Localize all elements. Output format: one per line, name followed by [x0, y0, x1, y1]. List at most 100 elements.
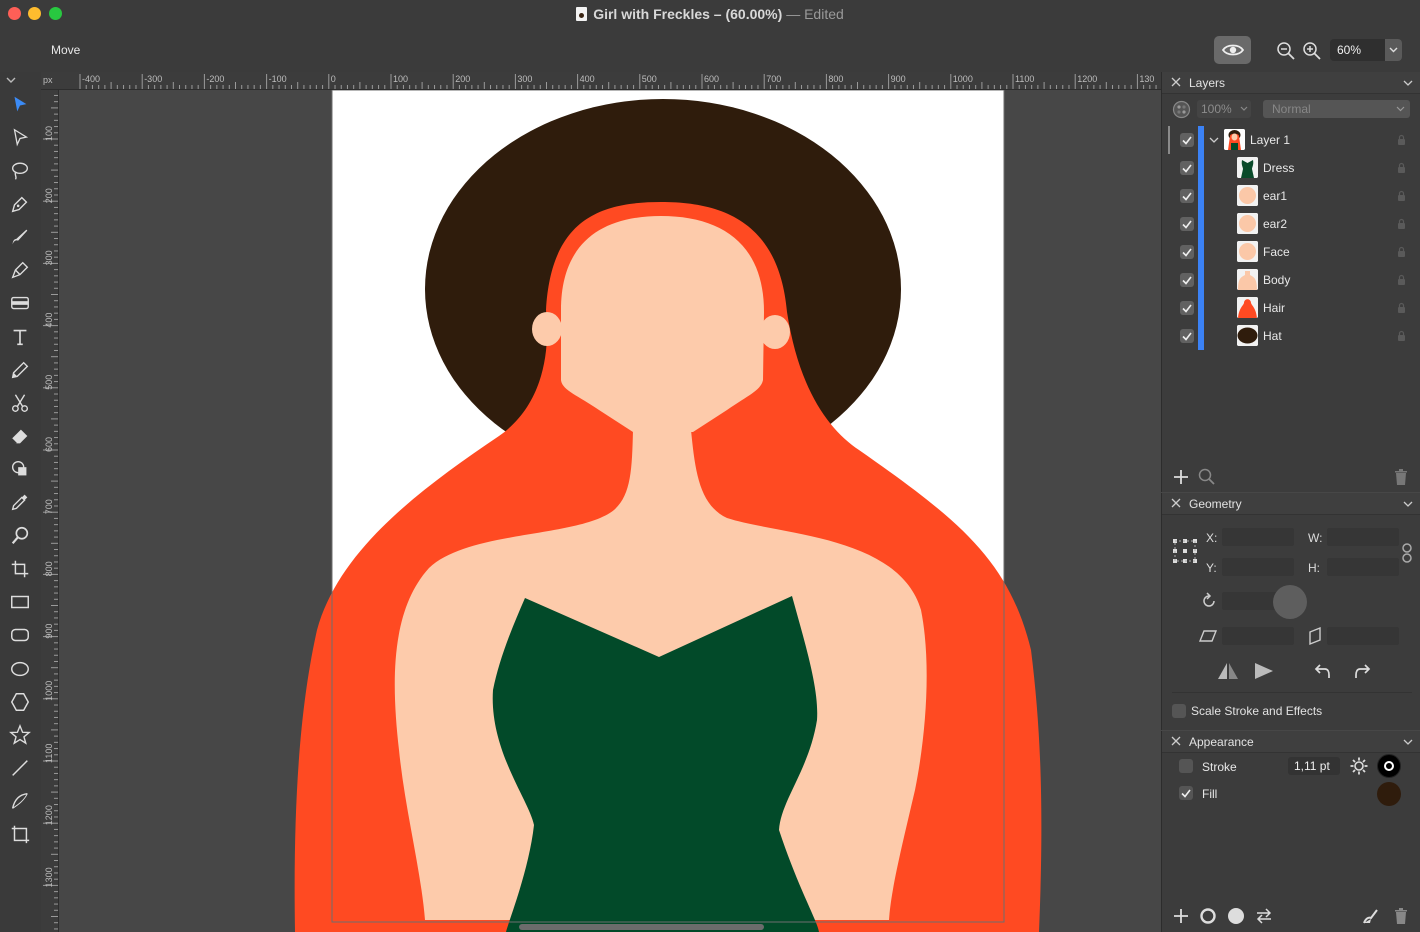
blend-mode-select[interactable]: Normal — [1263, 100, 1410, 118]
ear1-shape[interactable] — [532, 312, 562, 346]
ear2-shape[interactable] — [760, 315, 790, 349]
stroke-color-swatch[interactable] — [1377, 754, 1401, 778]
close-icon[interactable] — [1171, 736, 1181, 746]
height-field[interactable] — [1327, 558, 1399, 576]
artboard-tool[interactable] — [8, 822, 32, 846]
swap-icon[interactable] — [1254, 906, 1274, 926]
link-proportions-icon[interactable] — [1400, 543, 1414, 563]
layer-visibility-checkbox[interactable] — [1180, 329, 1194, 343]
flip-horizontal-icon[interactable] — [1216, 661, 1240, 681]
layer-row[interactable]: Hair — [1162, 294, 1420, 322]
close-icon[interactable] — [1171, 498, 1181, 508]
zoom-out-icon[interactable] — [1276, 41, 1296, 61]
shape-builder-tool[interactable] — [8, 457, 32, 481]
horizontal-scrollbar[interactable] — [519, 924, 764, 930]
redo-icon[interactable] — [1352, 661, 1372, 681]
view-mode-button[interactable] — [1214, 36, 1251, 64]
eraser-tool[interactable] — [8, 424, 32, 448]
chevron-down-icon[interactable] — [1403, 500, 1413, 508]
scale-stroke-toggle[interactable]: Scale Stroke and Effects — [1172, 704, 1322, 718]
layer-row[interactable]: ear1 — [1162, 182, 1420, 210]
add-layer-icon[interactable] — [1171, 467, 1191, 487]
rotation-dial[interactable] — [1273, 585, 1307, 619]
trash-icon[interactable] — [1391, 906, 1411, 926]
eyedropper-tool[interactable] — [8, 490, 32, 514]
lock-icon[interactable] — [1397, 162, 1406, 173]
flip-vertical-icon[interactable] — [1253, 661, 1275, 681]
lock-icon[interactable] — [1397, 218, 1406, 229]
ellipse-tool[interactable] — [8, 657, 32, 681]
stroke-width-field[interactable]: 1,11 pt — [1288, 757, 1340, 775]
rounded-rect-tool[interactable] — [8, 623, 32, 647]
lock-icon[interactable] — [1397, 190, 1406, 201]
shear-field[interactable] — [1222, 627, 1294, 645]
vertical-ruler[interactable]: 100 200 300 400 500 600 700 800 900 1000 1100 1200 1… — [41, 90, 59, 932]
line-tool[interactable] — [8, 756, 32, 780]
face-shape[interactable] — [561, 216, 764, 432]
layer-row[interactable]: Hat — [1162, 322, 1420, 350]
move-tool-tool[interactable] — [8, 93, 32, 117]
layer-name: Hat — [1263, 329, 1282, 343]
text-tool[interactable] — [8, 325, 32, 349]
layer-row[interactable]: Face — [1162, 238, 1420, 266]
chevron-down-icon[interactable] — [1209, 136, 1219, 144]
lock-icon[interactable] — [1397, 246, 1406, 257]
chevron-down-icon[interactable] — [6, 76, 16, 84]
zoom-level-select[interactable]: 60% — [1330, 39, 1402, 61]
chevron-down-icon[interactable] — [1403, 79, 1413, 87]
close-icon[interactable] — [1171, 77, 1181, 87]
lock-icon[interactable] — [1397, 134, 1406, 145]
clear-brush-icon[interactable] — [1360, 906, 1380, 926]
zoom-level-value: 60% — [1337, 43, 1362, 57]
layer-row[interactable]: Dress — [1162, 154, 1420, 182]
opacity-field[interactable]: 100% — [1197, 100, 1251, 118]
zoom-tool[interactable] — [8, 524, 32, 548]
search-icon[interactable] — [1197, 467, 1217, 487]
direct-select-tool[interactable] — [8, 126, 32, 150]
vector-brush-tool[interactable] — [8, 258, 32, 282]
layer-visibility-checkbox[interactable] — [1180, 133, 1194, 147]
lasso-tool[interactable] — [8, 159, 32, 183]
undo-icon[interactable] — [1313, 661, 1333, 681]
add-icon[interactable] — [1171, 906, 1191, 926]
layer-visibility-checkbox[interactable] — [1180, 301, 1194, 315]
lock-icon[interactable] — [1397, 274, 1406, 285]
gear-icon[interactable] — [1349, 756, 1369, 776]
x-field[interactable] — [1222, 528, 1294, 546]
add-fill-icon[interactable] — [1226, 906, 1246, 926]
layer-row[interactable]: Body — [1162, 266, 1420, 294]
layer-visibility-checkbox[interactable] — [1180, 273, 1194, 287]
canvas-area[interactable] — [59, 90, 1161, 932]
chevron-down-icon[interactable] — [1403, 738, 1413, 746]
star-tool[interactable] — [8, 723, 32, 747]
y-field[interactable] — [1222, 558, 1294, 576]
curve-tool[interactable] — [8, 789, 32, 813]
layer-visibility-checkbox[interactable] — [1180, 189, 1194, 203]
gradient-tool[interactable] — [8, 291, 32, 315]
layer-row[interactable]: ear2 — [1162, 210, 1420, 238]
width-field[interactable] — [1327, 528, 1399, 546]
layer-row[interactable]: Layer 1 — [1162, 126, 1420, 154]
crop-tool[interactable] — [8, 557, 32, 581]
brush-tool[interactable] — [8, 225, 32, 249]
stroke-checkbox[interactable] — [1179, 759, 1193, 773]
trash-icon[interactable] — [1391, 467, 1411, 487]
anchor-point-icon[interactable] — [1171, 537, 1199, 565]
scale-stroke-checkbox[interactable] — [1172, 704, 1186, 718]
lock-icon[interactable] — [1397, 330, 1406, 341]
fill-checkbox[interactable] — [1179, 786, 1193, 800]
horizontal-ruler[interactable]: -400 -300 -200 -100 0 100 200 300 400 500 600 700 80… — [41, 72, 1161, 90]
zoom-in-icon[interactable] — [1302, 41, 1322, 61]
pencil-tool[interactable] — [8, 358, 32, 382]
lock-icon[interactable] — [1397, 302, 1406, 313]
layer-visibility-checkbox[interactable] — [1180, 217, 1194, 231]
pen-tool[interactable] — [8, 192, 32, 216]
layer-visibility-checkbox[interactable] — [1180, 245, 1194, 259]
rectangle-tool[interactable] — [8, 590, 32, 614]
scissors-tool[interactable] — [8, 391, 32, 415]
fill-color-swatch[interactable] — [1377, 782, 1401, 806]
polygon-tool[interactable] — [8, 690, 32, 714]
add-stroke-icon[interactable] — [1198, 906, 1218, 926]
skew-field[interactable] — [1327, 627, 1399, 645]
layer-visibility-checkbox[interactable] — [1180, 161, 1194, 175]
